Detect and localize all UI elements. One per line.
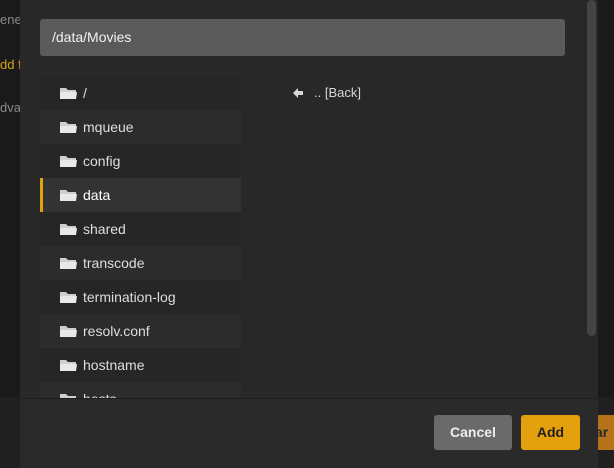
back-link[interactable]: .. [Back] [292,85,361,100]
add-button[interactable]: Add [521,415,580,450]
directory-label: config [83,153,121,169]
background-text-3: dva [0,100,21,115]
directory-label: / [83,85,87,101]
directory-item[interactable]: data [40,178,241,212]
background-text-2: dd f [0,57,22,72]
path-input[interactable]: /data/Movies [40,19,565,56]
directory-item[interactable]: shared [40,212,241,246]
dialog-body: /data/Movies / mqueue config data shared tran… [20,0,598,398]
folder-icon [60,88,77,99]
folder-icon [60,258,77,269]
directory-label: resolv.conf [83,323,150,339]
scrollbar[interactable] [585,0,598,398]
folder-icon [60,360,77,371]
directory-label: hosts [83,391,116,398]
back-label: .. [Back] [314,85,361,100]
directory-item[interactable]: termination-log [40,280,241,314]
scrollbar-thumb[interactable] [587,0,596,336]
folder-icon [60,156,77,167]
cancel-button[interactable]: Cancel [434,415,512,450]
dialog-footer: Cancel Add [20,398,598,468]
directory-item[interactable]: hosts [40,382,241,398]
directory-item[interactable]: / [40,76,241,110]
directory-item[interactable]: transcode [40,246,241,280]
arrow-left-icon [293,87,303,98]
folder-icon [60,224,77,235]
folder-icon [60,190,77,201]
directory-list: / mqueue config data shared transcode terminat… [40,76,241,398]
folder-icon [60,122,77,133]
directory-item[interactable]: config [40,144,241,178]
directory-label: data [83,187,111,203]
add-folder-dialog: /data/Movies / mqueue config data shared tran… [20,0,598,468]
directory-item[interactable]: hostname [40,348,241,382]
directory-label: termination-log [83,289,176,305]
directory-item[interactable]: resolv.conf [40,314,241,348]
directory-item[interactable]: mqueue [40,110,241,144]
folder-icon [60,326,77,337]
directory-label: transcode [83,255,145,271]
directory-label: hostname [83,357,145,373]
directory-label: shared [83,221,126,237]
folder-icon [60,292,77,303]
directory-label: mqueue [83,119,134,135]
background-text-1: ene [0,12,22,27]
